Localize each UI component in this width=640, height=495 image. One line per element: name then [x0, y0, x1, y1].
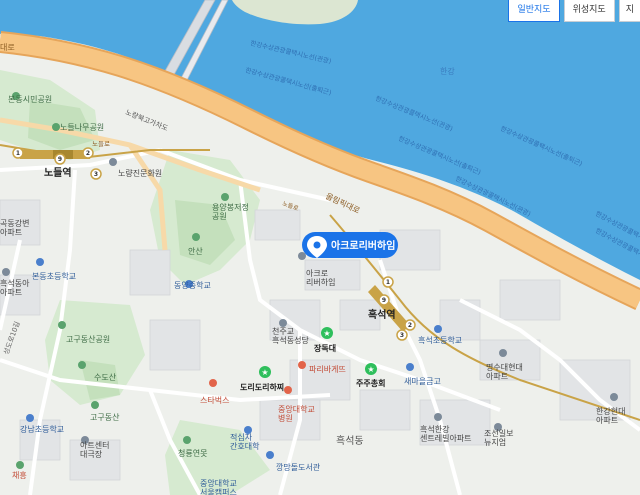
- svg-text:고구동산공원: 고구동산공원: [66, 334, 110, 344]
- selected-place-label: 아크로리버하임: [331, 239, 395, 252]
- svg-text:2: 2: [86, 150, 90, 157]
- svg-text:흑석동: 흑석동: [336, 434, 364, 447]
- svg-text:강남초등학교: 강남초등학교: [20, 424, 64, 434]
- svg-text:2: 2: [408, 322, 412, 329]
- map-canvas[interactable]: 1 9 2 3 1 9 2 3 노들역 흑석역 한강 한강수상관광콜택시노선(관…: [0, 0, 640, 495]
- svg-text:본동시민공원: 본동시민공원: [8, 94, 52, 104]
- svg-text:도리도리하찌: 도리도리하찌: [240, 382, 284, 392]
- svg-text:스타벅스: 스타벅스: [200, 395, 229, 405]
- svg-text:본동초등학교: 본동초등학교: [32, 271, 76, 281]
- svg-text:고구동산: 고구동산: [90, 412, 120, 422]
- svg-text:흑석초등학교: 흑석초등학교: [418, 335, 462, 345]
- svg-text:깡망돌도서관: 깡망돌도서관: [276, 462, 321, 472]
- hangang-label: 한강: [440, 66, 455, 76]
- svg-text:중앙대학교서울캠퍼스: 중앙대학교 서울캠퍼스: [200, 478, 237, 495]
- svg-text:★: ★: [323, 329, 330, 338]
- svg-text:청룡연못: 청룡연못: [178, 449, 207, 458]
- svg-text:9: 9: [382, 297, 386, 304]
- svg-text:노량진문화원: 노량진문화원: [118, 168, 162, 178]
- svg-text:안산: 안산: [188, 246, 203, 256]
- svg-text:1: 1: [16, 150, 20, 157]
- normal-map-button[interactable]: 일반지도: [508, 0, 560, 22]
- svg-text:3: 3: [94, 171, 98, 178]
- svg-text:노들나무공원: 노들나무공원: [60, 123, 104, 132]
- satellite-map-button[interactable]: 위성지도: [563, 0, 615, 22]
- svg-text:1: 1: [386, 279, 390, 286]
- svg-text:3: 3: [400, 332, 404, 339]
- svg-text:★: ★: [367, 365, 374, 374]
- svg-text:채흥: 채흥: [12, 470, 27, 480]
- nodeul-station-label[interactable]: 노들역: [44, 166, 72, 179]
- svg-text:수도산: 수도산: [94, 372, 117, 382]
- selected-place-marker[interactable]: 아크로리버하임: [302, 232, 398, 258]
- heukseok-station-label[interactable]: 흑석역: [368, 308, 396, 321]
- cadastral-map-button[interactable]: 지: [618, 0, 640, 22]
- svg-text:동양중학교: 동양중학교: [174, 280, 211, 290]
- map-type-toggle: 일반지도 위성지도 지: [508, 0, 640, 22]
- svg-text:새마을금고: 새마을금고: [404, 377, 441, 386]
- svg-text:장독대: 장독대: [314, 343, 336, 353]
- road-label-gangbyeon-left: 대로: [0, 43, 15, 52]
- svg-text:파리바게뜨: 파리바게뜨: [309, 364, 346, 374]
- svg-text:9: 9: [58, 156, 62, 163]
- svg-text:★: ★: [261, 368, 268, 377]
- road-label-nodeul: 노들로: [92, 140, 110, 148]
- svg-text:주주총회: 주주총회: [356, 378, 385, 388]
